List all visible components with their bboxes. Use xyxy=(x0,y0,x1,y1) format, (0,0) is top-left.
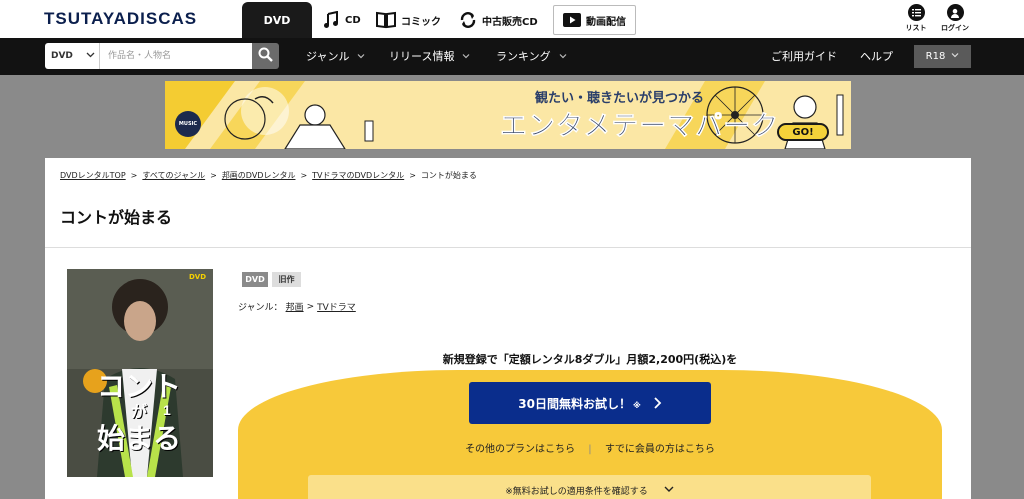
login-label: ログイン xyxy=(941,24,969,32)
nav-help-label: ヘルプ xyxy=(860,50,893,63)
nav-ranking-label: ランキング xyxy=(496,50,551,63)
genre-sep: > xyxy=(306,301,315,312)
nav-genre-label: ジャンル xyxy=(306,50,350,63)
poster-dvd-badge: DVD xyxy=(189,273,207,281)
r18-button[interactable]: R18 xyxy=(914,45,971,68)
plan-links: その他のプランはこちら | すでに会員の方はこちら xyxy=(238,440,942,455)
music-badge-label: MUSIC xyxy=(178,121,198,127)
chevron-down-icon xyxy=(951,51,959,62)
other-plans-link[interactable]: その他のプランはこちら xyxy=(465,444,575,455)
free-trial-button[interactable]: 30日間無料お試し！ ※ xyxy=(469,382,711,424)
tab-dvd[interactable]: DVD xyxy=(242,2,312,38)
member-login-link[interactable]: すでに会員の方はこちら xyxy=(605,444,715,455)
chevron-right-icon xyxy=(653,397,662,409)
breadcrumb-sep: > xyxy=(409,171,416,180)
list-icon xyxy=(907,4,925,21)
tab-video-label: 動画配信 xyxy=(586,16,626,28)
entertainment-theme-park-banner[interactable]: MUSIC 観たい・聴きたいが見つかる エンタメテーマパーク GO! xyxy=(165,81,851,149)
poster-title-line-3: 始まる xyxy=(97,423,182,454)
music-badge: MUSIC xyxy=(175,111,201,137)
banner-headline: エンタメテーマパーク xyxy=(500,111,780,143)
nav-guide-label: ご利用ガイド xyxy=(771,50,837,63)
breadcrumb-dvd-top[interactable]: DVDレンタルTOP xyxy=(60,170,126,181)
breadcrumb-current: コントが始まる xyxy=(420,171,477,180)
poster-title-line-1: コント xyxy=(97,371,182,402)
chevron-down-icon xyxy=(357,50,365,63)
genre-row: ジャンル： 邦画 > TVドラマ xyxy=(238,300,359,314)
page-title: コントが始まる xyxy=(60,208,173,227)
r18-label: R18 xyxy=(925,51,946,62)
tab-used-cd-label: 中古販売CD xyxy=(482,16,538,28)
free-trial-label: 30日間無料お試し！ xyxy=(518,396,631,411)
poster-volume-number: 1 xyxy=(163,402,171,418)
music-note-icon xyxy=(322,11,340,29)
tab-dvd-label: DVD xyxy=(263,13,291,27)
nav-genre[interactable]: ジャンル xyxy=(306,48,365,64)
breadcrumb-tv-drama[interactable]: TVドラマのDVDレンタル xyxy=(312,170,404,181)
breadcrumb-sep: > xyxy=(300,171,308,180)
tab-comic[interactable]: コミック xyxy=(376,8,441,32)
divider xyxy=(45,247,971,248)
link-separator: | xyxy=(588,444,592,455)
genre-japanese-film[interactable]: 邦画 xyxy=(286,300,304,313)
banner-go-button[interactable]: GO! xyxy=(777,123,829,141)
banner-go-label: GO! xyxy=(792,126,814,138)
search-icon xyxy=(258,47,273,66)
search-category-value: DVD xyxy=(51,51,73,61)
chevron-down-icon xyxy=(559,50,567,63)
breadcrumb: DVDレンタルTOP > すべてのジャンル > 邦画のDVDレンタル > TVド… xyxy=(60,170,477,181)
refresh-icon xyxy=(459,11,477,29)
tab-cd-label: CD xyxy=(345,14,361,26)
list-label: リスト xyxy=(905,24,927,32)
play-icon xyxy=(563,12,581,28)
format-badge: DVD xyxy=(242,272,268,287)
book-icon xyxy=(376,11,396,29)
product-poster[interactable]: DVD コント が 1 始まる xyxy=(67,269,213,477)
login-button[interactable]: ログイン xyxy=(937,4,973,33)
poster-title-line-2: が xyxy=(131,404,148,421)
promo-text: 新規登録で「定額レンタル8ダブル」月額2,200円(税込)を xyxy=(442,353,738,366)
release-status-badge: 旧作 xyxy=(272,272,301,287)
breadcrumb-sep: > xyxy=(130,171,138,180)
nav-guide[interactable]: ご利用ガイド xyxy=(771,48,837,64)
search-input[interactable] xyxy=(100,43,252,69)
site-logo[interactable]: TSUTAYADISCAS xyxy=(44,9,197,29)
chevron-down-icon xyxy=(86,50,95,62)
nav-help[interactable]: ヘルプ xyxy=(860,48,893,64)
genre-tv-drama[interactable]: TVドラマ xyxy=(317,300,356,313)
breadcrumb-japanese-film[interactable]: 邦画のDVDレンタル xyxy=(222,170,296,181)
free-trial-note-mark: ※ xyxy=(632,400,641,410)
nav-release[interactable]: リリース情報 xyxy=(389,48,470,64)
trial-conditions-label: ※無料お試しの適用条件を確認する xyxy=(505,486,648,497)
tab-used-cd[interactable]: 中古販売CD xyxy=(459,8,538,32)
tab-comic-label: コミック xyxy=(401,16,441,28)
user-icon xyxy=(946,4,964,21)
search-category-select[interactable]: DVD xyxy=(45,43,100,69)
breadcrumb-sep: > xyxy=(210,171,217,180)
chevron-down-icon xyxy=(664,485,674,496)
tab-cd[interactable]: CD xyxy=(322,8,361,32)
nav-release-label: リリース情報 xyxy=(389,50,455,63)
breadcrumb-all-genres[interactable]: すべてのジャンル xyxy=(142,170,205,181)
list-button[interactable]: リスト xyxy=(898,4,934,33)
nav-ranking[interactable]: ランキング xyxy=(496,48,567,64)
tab-video-streaming[interactable]: 動画配信 xyxy=(553,5,636,35)
chevron-down-icon xyxy=(462,50,470,63)
trial-conditions-toggle[interactable]: ※無料お試しの適用条件を確認する xyxy=(308,475,871,499)
genre-label: ジャンル： xyxy=(238,303,283,313)
search-button[interactable] xyxy=(252,43,279,69)
